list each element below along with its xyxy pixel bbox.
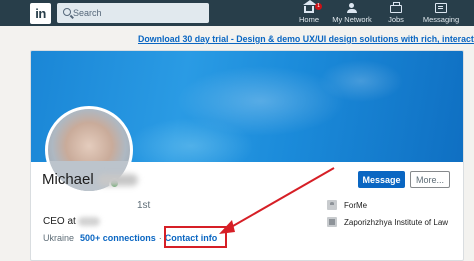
profile-headline: CEO at xyxy=(43,216,100,227)
profile-card: Michael 1st CEO at Ukraine 500+ connectio… xyxy=(30,50,464,261)
profile-name: Michael xyxy=(42,171,138,188)
search-input[interactable] xyxy=(73,5,203,21)
school-icon xyxy=(327,217,337,227)
nav-jobs[interactable]: Jobs xyxy=(385,0,407,26)
nav-home-label: Home xyxy=(298,15,319,24)
company-name: ForMe xyxy=(344,201,368,210)
blurred-company xyxy=(77,216,100,226)
nav-home[interactable]: 1 Home xyxy=(296,0,322,26)
promo-banner: Download 30 day trial - Design & demo UX… xyxy=(138,34,474,44)
more-button[interactable]: More... xyxy=(410,171,450,188)
briefcase-icon xyxy=(390,2,402,13)
nav-my-network-label: My Network xyxy=(332,15,372,24)
company-icon xyxy=(327,200,337,210)
home-icon: 1 xyxy=(303,0,322,13)
profile-first-name: Michael xyxy=(42,171,94,188)
nav-jobs-label: Jobs xyxy=(388,15,404,24)
top-nav-bar: in 1 Home My Network Jobs Messaging xyxy=(0,0,474,26)
profile-location: Ukraine xyxy=(43,233,75,243)
headline-text: CEO at xyxy=(43,216,76,227)
annotation-arrow-icon xyxy=(219,167,335,234)
separator-dot: · xyxy=(158,233,162,243)
message-icon xyxy=(435,3,447,13)
nav-my-network[interactable]: My Network xyxy=(331,0,373,26)
connections-link[interactable]: 500+ connections xyxy=(80,233,156,243)
nav-messaging-label: Messaging xyxy=(422,15,460,24)
search-box[interactable] xyxy=(57,3,209,23)
message-button[interactable]: Message xyxy=(358,171,405,188)
promo-link[interactable]: Download 30 day trial xyxy=(138,34,228,44)
search-icon xyxy=(63,8,71,16)
nav-messaging[interactable]: Messaging xyxy=(421,0,461,26)
connection-degree: 1st xyxy=(137,200,151,211)
blurred-last-name xyxy=(97,174,138,187)
notification-badge: 1 xyxy=(315,3,322,10)
promo-text[interactable]: - Design & demo UX/UI design solutions w… xyxy=(228,34,474,44)
school-name: Zaporizhzhya Institute of Law xyxy=(344,218,449,227)
linkedin-logo[interactable]: in xyxy=(30,3,51,24)
people-icon xyxy=(346,3,358,13)
